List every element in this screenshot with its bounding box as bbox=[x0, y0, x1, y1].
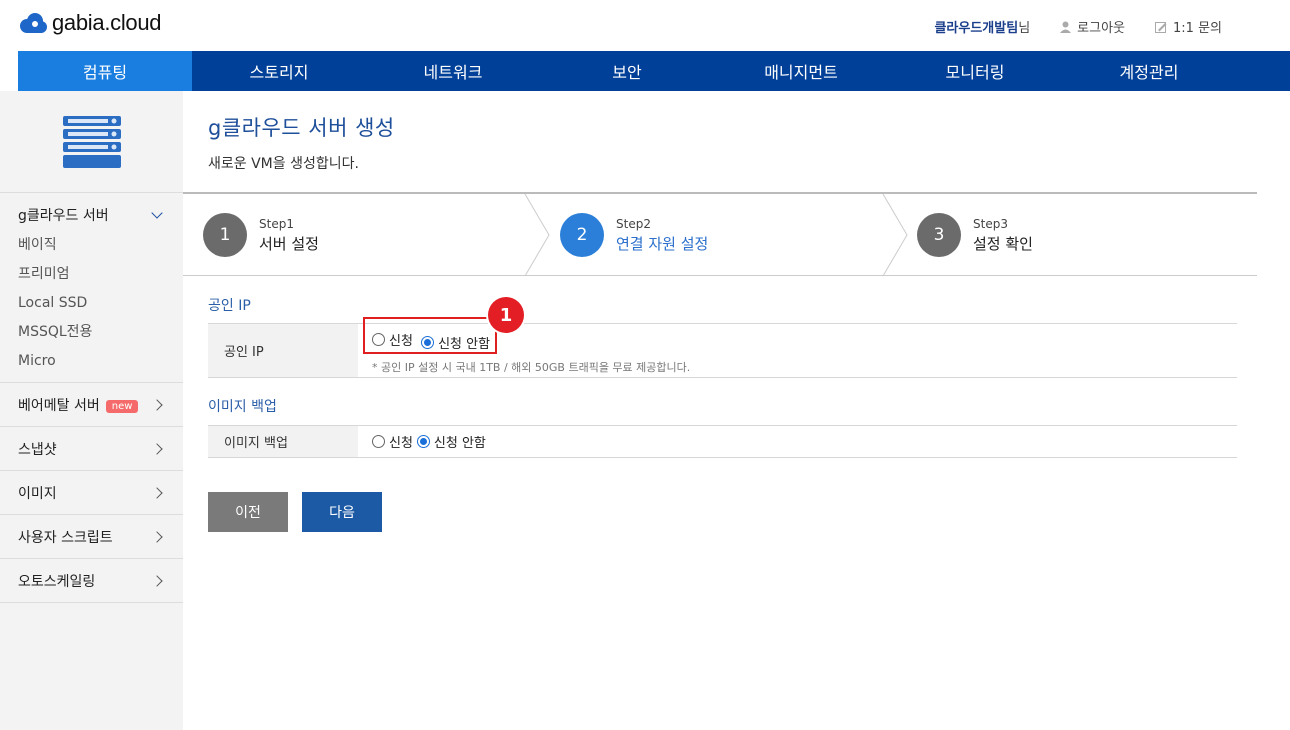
chevron-right-icon bbox=[151, 574, 163, 587]
page-description: 새로운 VM을 생성합니다. bbox=[208, 156, 359, 172]
inquiry-label: 1:1 문의 bbox=[1173, 21, 1222, 36]
sidebar-section-gcloud: g클라우드 서버 베이직 프리미엄 Local SSD MSSQL전용 Micr… bbox=[0, 193, 183, 383]
sidebar-head-label: 사용자 스크립트 bbox=[18, 529, 113, 546]
step-3: 3 Step3 설정 확인 bbox=[917, 194, 1033, 276]
step-caption: Step1 bbox=[259, 216, 294, 231]
sidebar-head-label-wrap: 베어메탈 서버 new bbox=[18, 395, 139, 415]
image-backup-section-title: 이미지 백업 bbox=[208, 399, 277, 415]
step-separator bbox=[524, 194, 550, 276]
radio-label: 신청 bbox=[389, 436, 413, 451]
step-label: 설정 확인 bbox=[973, 234, 1033, 253]
annotation-marker: 1 bbox=[488, 297, 524, 333]
server-icon bbox=[62, 115, 121, 168]
nav-security[interactable]: 보안 bbox=[540, 51, 714, 91]
sidebar-icon-area bbox=[0, 91, 183, 193]
sidebar-item-micro[interactable]: Micro bbox=[18, 347, 183, 376]
image-backup-apply-radio[interactable]: 신청 bbox=[372, 432, 413, 451]
sidebar-item-premium[interactable]: 프리미엄 bbox=[18, 260, 183, 289]
radio-off-icon bbox=[372, 435, 385, 448]
sidebar-item-mssql[interactable]: MSSQL전용 bbox=[18, 318, 183, 347]
logout-label: 로그아웃 bbox=[1077, 21, 1126, 36]
step-number: 3 bbox=[917, 213, 961, 257]
chevron-right-icon bbox=[151, 442, 163, 455]
step-separator bbox=[882, 194, 908, 276]
radio-label: 신청 안함 bbox=[433, 436, 486, 451]
page-title: g클라우드 서버 생성 bbox=[208, 116, 395, 140]
header: gabia.cloud 클라우드개발팀 님 로그아웃 1:1 문의 bbox=[0, 0, 1290, 51]
cloud-logo-icon bbox=[20, 13, 47, 33]
prev-button[interactable]: 이전 bbox=[208, 492, 288, 532]
chevron-right-icon bbox=[151, 530, 163, 543]
public-ip-note: * 공인 IP 설정 시 국내 1TB / 해외 50GB 트래픽을 무료 제공… bbox=[372, 361, 691, 374]
step-label: 연결 자원 설정 bbox=[616, 234, 709, 253]
sidebar-item-local-ssd[interactable]: Local SSD bbox=[18, 289, 183, 318]
sidebar-section-autoscaling: 오토스케일링 bbox=[0, 559, 183, 603]
public-ip-section-title: 공인 IP bbox=[208, 298, 251, 314]
radio-on-icon bbox=[416, 435, 430, 448]
image-backup-no-apply-radio[interactable]: 신청 안함 bbox=[416, 432, 486, 451]
sidebar: g클라우드 서버 베이직 프리미엄 Local SSD MSSQL전용 Micr… bbox=[0, 91, 183, 730]
sidebar-head-label: 이미지 bbox=[18, 485, 57, 502]
step-number: 2 bbox=[560, 213, 604, 257]
step-2: 2 Step2 연결 자원 설정 bbox=[560, 194, 708, 276]
sidebar-sub-list: 베이직 프리미엄 Local SSD MSSQL전용 Micro bbox=[0, 231, 183, 382]
sidebar-head-image[interactable]: 이미지 bbox=[0, 471, 183, 514]
step-label: 서버 설정 bbox=[259, 234, 319, 253]
chevron-down-icon bbox=[151, 207, 163, 219]
brand-name: gabia.cloud bbox=[52, 10, 162, 35]
next-button[interactable]: 다음 bbox=[302, 492, 382, 532]
step-indicator: 1 Step1 서버 설정 2 Step2 연결 자원 설정 3 Step3 설… bbox=[183, 192, 1257, 276]
chevron-right-icon bbox=[151, 398, 163, 411]
chevron-right-icon bbox=[151, 486, 163, 499]
nav-storage[interactable]: 스토리지 bbox=[192, 51, 366, 91]
nav-network[interactable]: 네트워크 bbox=[366, 51, 540, 91]
nav-account[interactable]: 계정관리 bbox=[1062, 51, 1236, 91]
sidebar-head-autoscaling[interactable]: 오토스케일링 bbox=[0, 559, 183, 602]
top-links: 클라우드개발팀 님 로그아웃 1:1 문의 bbox=[934, 17, 1222, 36]
step-caption: Step2 bbox=[616, 216, 651, 231]
inquiry-link[interactable]: 1:1 문의 bbox=[1155, 17, 1222, 36]
sidebar-head-baremetal[interactable]: 베어메탈 서버 new bbox=[0, 383, 183, 426]
annotation-highlight-box bbox=[363, 317, 497, 354]
sidebar-head-label: 베어메탈 서버 bbox=[18, 397, 100, 414]
sidebar-section-snapshot: 스냅샷 bbox=[0, 427, 183, 471]
sidebar-head-label: 스냅샷 bbox=[18, 441, 57, 458]
sidebar-head-gcloud-server[interactable]: g클라우드 서버 bbox=[0, 193, 183, 231]
sidebar-head-user-script[interactable]: 사용자 스크립트 bbox=[0, 515, 183, 558]
new-badge: new bbox=[105, 399, 139, 413]
image-backup-label: 이미지 백업 bbox=[208, 426, 358, 457]
sidebar-section-user-script: 사용자 스크립트 bbox=[0, 515, 183, 559]
main-nav: 컴퓨팅 스토리지 네트워크 보안 매니지먼트 모니터링 계정관리 bbox=[18, 51, 1290, 91]
logout-link[interactable]: 로그아웃 bbox=[1060, 17, 1125, 36]
step-number: 1 bbox=[203, 213, 247, 257]
nav-computing[interactable]: 컴퓨팅 bbox=[18, 51, 192, 91]
image-backup-field: 신청 신청 안함 bbox=[358, 426, 1237, 457]
user-icon bbox=[1060, 21, 1072, 33]
gabia-logo[interactable]: gabia.cloud bbox=[18, 10, 162, 36]
sidebar-item-basic[interactable]: 베이직 bbox=[18, 231, 183, 260]
image-backup-row: 이미지 백업 신청 신청 안함 bbox=[208, 425, 1237, 458]
step-caption: Step3 bbox=[973, 216, 1008, 231]
nav-management[interactable]: 매니지먼트 bbox=[714, 51, 888, 91]
edit-icon bbox=[1155, 21, 1167, 33]
sidebar-head-label: g클라우드 서버 bbox=[18, 208, 109, 224]
public-ip-label: 공인 IP bbox=[208, 324, 358, 377]
sidebar-head-label: 오토스케일링 bbox=[18, 573, 96, 590]
team-name: 클라우드개발팀 bbox=[934, 21, 1019, 36]
sidebar-section-image: 이미지 bbox=[0, 471, 183, 515]
nav-monitoring[interactable]: 모니터링 bbox=[888, 51, 1062, 91]
team-suffix: 님 bbox=[1018, 21, 1031, 36]
step-1: 1 Step1 서버 설정 bbox=[203, 194, 319, 276]
sidebar-section-baremetal: 베어메탈 서버 new bbox=[0, 383, 183, 427]
sidebar-head-snapshot[interactable]: 스냅샷 bbox=[0, 427, 183, 470]
